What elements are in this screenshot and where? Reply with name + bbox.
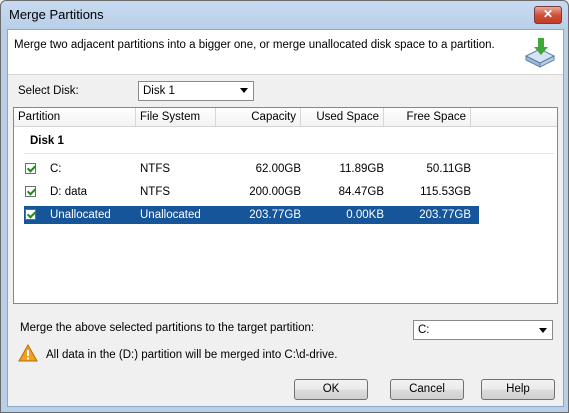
window-title: Merge Partitions <box>9 7 104 22</box>
disk-select-value: Disk 1 <box>143 85 175 97</box>
used-space-cell: 11.89GB <box>339 163 384 175</box>
free-space-cell: 50.11GB <box>426 163 471 175</box>
merge-partition-icon <box>524 38 556 68</box>
partition-cell: Unallocated <box>50 209 111 221</box>
header-band: Merge two adjacent partitions into a big… <box>8 30 563 75</box>
target-select-value: C: <box>418 324 430 336</box>
column-file-system[interactable]: File System <box>136 108 216 126</box>
disk-group-title: Disk 1 <box>30 135 64 147</box>
column-header: Partition File System Capacity Used Spac… <box>14 108 557 127</box>
checkbox[interactable] <box>25 163 36 174</box>
title-bar[interactable]: Merge Partitions ✕ <box>1 1 568 29</box>
cancel-button[interactable]: Cancel <box>390 379 464 400</box>
checkbox[interactable] <box>25 209 36 220</box>
used-space-cell: 84.47GB <box>338 186 384 198</box>
merge-target-label: Merge the above selected partitions to t… <box>20 322 315 334</box>
dialog-body: Merge two adjacent partitions into a big… <box>7 29 564 407</box>
column-partition[interactable]: Partition <box>14 108 136 126</box>
partition-cell: D: data <box>50 186 88 198</box>
column-capacity[interactable]: Capacity <box>216 108 301 126</box>
close-button[interactable]: ✕ <box>534 6 562 24</box>
warning-icon <box>18 344 38 362</box>
help-button[interactable]: Help <box>481 379 555 400</box>
column-free-space[interactable]: Free Space <box>384 108 471 126</box>
close-icon: ✕ <box>542 7 554 21</box>
column-used-space[interactable]: Used Space <box>301 108 384 126</box>
free-space-cell: 203.77GB <box>419 209 471 221</box>
capacity-cell: 203.77GB <box>249 209 301 221</box>
merge-partitions-dialog: Merge Partitions ✕ Merge two adjacent pa… <box>0 0 569 413</box>
target-partition-select[interactable]: C: <box>413 320 553 340</box>
used-space-cell: 0.00KB <box>346 209 384 221</box>
capacity-cell: 200.00GB <box>249 186 301 198</box>
free-space-cell: 115.53GB <box>420 186 471 198</box>
table-row[interactable]: D: data NTFS 200.00GB 84.47GB 115.53GB <box>24 183 479 201</box>
partition-list[interactable]: Partition File System Capacity Used Spac… <box>13 107 558 304</box>
group-divider <box>24 153 554 154</box>
select-disk-label: Select Disk: <box>18 85 79 97</box>
chevron-down-icon <box>539 328 547 333</box>
checkbox[interactable] <box>25 186 36 197</box>
table-row-selected[interactable]: Unallocated Unallocated 203.77GB 0.00KB … <box>24 206 479 224</box>
disk-select[interactable]: Disk 1 <box>138 81 254 101</box>
capacity-cell: 62.00GB <box>255 163 301 175</box>
warning-text: All data in the (D:) partition will be m… <box>46 349 338 361</box>
chevron-down-icon <box>240 88 248 93</box>
file-system-cell: NTFS <box>140 163 171 175</box>
table-row[interactable]: C: NTFS 62.00GB 11.89GB 50.11GB <box>24 160 479 178</box>
partition-cell: C: <box>50 163 62 175</box>
ok-button[interactable]: OK <box>294 379 368 400</box>
file-system-cell: NTFS <box>140 186 171 198</box>
file-system-cell: Unallocated <box>140 209 201 221</box>
description-text: Merge two adjacent partitions into a big… <box>14 39 495 51</box>
